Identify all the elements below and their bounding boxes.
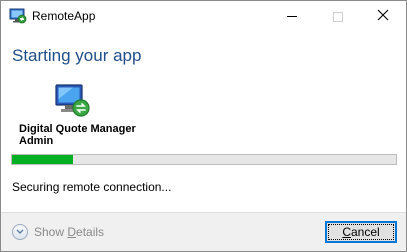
remoteapp-dialog: RemoteApp Starting your app Digital Quot… [0, 0, 407, 252]
dialog-footer: Show Details Cancel [1, 212, 406, 251]
show-details-label: Show Details [34, 225, 104, 239]
window-title: RemoteApp [32, 9, 96, 23]
close-button[interactable] [360, 1, 406, 32]
show-details-toggle[interactable]: Show Details [12, 223, 104, 241]
cancel-button[interactable]: Cancel [325, 221, 397, 243]
maximize-button[interactable] [315, 1, 361, 32]
focus-rect [328, 224, 394, 240]
close-icon [377, 8, 389, 26]
connection-progress-bar [11, 154, 397, 165]
maximize-icon [333, 11, 343, 22]
title-bar[interactable]: RemoteApp [1, 1, 406, 32]
details-prefix: Show [34, 225, 68, 239]
program-name: Digital Quote Manager Admin [19, 123, 159, 147]
program-name-line2: Admin [19, 135, 54, 147]
progress-fill [12, 155, 74, 164]
details-suffix: etails [76, 225, 105, 239]
minimize-button[interactable] [269, 1, 315, 32]
program-name-line1: Digital Quote Manager [19, 123, 136, 135]
page-heading: Starting your app [12, 46, 142, 65]
chevron-down-icon [12, 224, 28, 240]
details-accel: D [67, 225, 77, 239]
remote-program-icon [53, 83, 91, 119]
minimize-icon [287, 16, 297, 17]
status-text: Securing remote connection... [12, 180, 172, 194]
remoteapp-icon [9, 8, 27, 24]
